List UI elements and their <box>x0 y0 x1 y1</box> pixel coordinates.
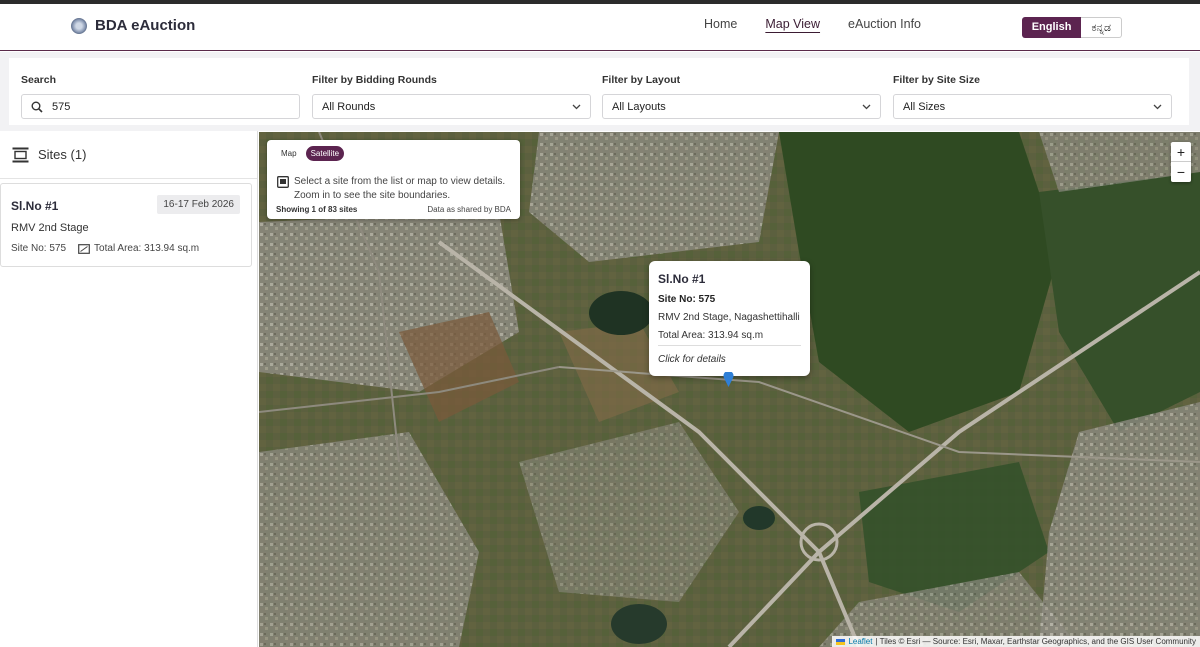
layout-label: Filter by Layout <box>602 74 681 86</box>
map-marker-icon[interactable] <box>723 372 734 388</box>
popup-address: RMV 2nd Stage, Nagashettihalli <box>658 312 800 323</box>
map-instructions: Select a site from the list or map to vi… <box>294 176 506 201</box>
lang-english-button[interactable]: English <box>1021 17 1082 38</box>
filter-bar: Search 575 Filter by Bidding Rounds All … <box>0 52 1200 131</box>
zoom-out-button[interactable]: − <box>1171 162 1191 182</box>
brand[interactable]: BDA eAuction <box>71 17 195 34</box>
data-source-note: Data as shared by BDA <box>427 205 511 214</box>
showing-count: Showing 1 of 83 sites <box>276 205 358 214</box>
map-info-panel: Map Satellite Select a site from the lis… <box>267 140 520 219</box>
popup-area: Total Area: 313.94 sq.m <box>658 330 764 341</box>
search-value: 575 <box>52 100 71 113</box>
nav-eauction-info[interactable]: eAuction Info <box>848 17 921 31</box>
chevron-down-icon <box>572 104 581 109</box>
sites-sidebar: Sites (1) Sl.No #1 16-17 Feb 2026 RMV 2n… <box>0 131 258 647</box>
main-nav: Home Map View eAuction Info <box>676 17 921 31</box>
site-card-area: Total Area: 313.94 sq.m <box>94 243 200 254</box>
popup-details-link[interactable]: Click for details <box>658 354 726 365</box>
leaflet-link[interactable]: Leaflet <box>848 637 872 646</box>
popup-divider <box>658 345 801 346</box>
size-value: All Sizes <box>903 100 946 113</box>
brand-title: BDA eAuction <box>95 17 196 34</box>
search-icon <box>31 101 43 113</box>
basemap-tabs: Map Satellite <box>276 146 345 161</box>
rounds-select[interactable]: All Rounds <box>312 94 591 119</box>
sites-title: Sites (1) <box>38 147 87 162</box>
search-input[interactable]: 575 <box>21 94 300 119</box>
map-view[interactable]: Map Satellite Select a site from the lis… <box>259 132 1200 647</box>
map-attribution: Leaflet | Tiles © Esri — Source: Esri, M… <box>832 636 1200 647</box>
size-group: Filter by Site Size All Sizes <box>893 74 1172 119</box>
list-icon <box>12 147 29 162</box>
site-card-layout: RMV 2nd Stage <box>11 222 89 234</box>
tab-satellite[interactable]: Satellite <box>305 146 345 161</box>
ukraine-flag-icon <box>836 638 846 645</box>
map-info-footer: Showing 1 of 83 sites Data as shared by … <box>276 205 511 214</box>
popup-title: Sl.No #1 <box>658 272 706 286</box>
site-popup[interactable]: Sl.No #1 Site No: 575 RMV 2nd Stage, Nag… <box>649 261 810 376</box>
search-label: Search <box>21 74 57 86</box>
sites-header: Sites (1) <box>0 131 257 179</box>
site-card-date-badge: 16-17 Feb 2026 <box>157 195 240 214</box>
site-card-area-group: Total Area: 313.94 sq.m <box>78 243 199 254</box>
rounds-group: Filter by Bidding Rounds All Rounds <box>312 74 591 119</box>
book-icon <box>277 176 289 188</box>
zoom-control: + − <box>1171 142 1191 182</box>
site-card-site-no: Site No: 575 <box>11 243 67 254</box>
language-switcher: English ಕನ್ನಡ <box>1021 17 1122 38</box>
layout-group: Filter by Layout All Layouts <box>602 74 881 119</box>
area-icon <box>78 243 90 254</box>
site-card-slno: Sl.No #1 <box>11 199 59 213</box>
size-select[interactable]: All Sizes <box>893 94 1172 119</box>
layout-select[interactable]: All Layouts <box>602 94 881 119</box>
lang-kannada-button[interactable]: ಕನ್ನಡ <box>1081 17 1122 38</box>
search-group: Search 575 <box>21 74 300 119</box>
size-label: Filter by Site Size <box>893 74 980 86</box>
attribution-text: | Tiles © Esri — Source: Esri, Maxar, Ea… <box>875 637 1196 646</box>
layout-value: All Layouts <box>612 100 666 113</box>
chevron-down-icon <box>1153 104 1162 109</box>
rounds-label: Filter by Bidding Rounds <box>312 74 437 86</box>
chevron-down-icon <box>862 104 871 109</box>
nav-map-view[interactable]: Map View <box>765 17 820 31</box>
site-card[interactable]: Sl.No #1 16-17 Feb 2026 RMV 2nd Stage Si… <box>0 183 252 267</box>
nav-home[interactable]: Home <box>704 17 737 31</box>
popup-site-no: Site No: 575 <box>658 294 716 305</box>
tab-map[interactable]: Map <box>276 146 302 161</box>
rounds-value: All Rounds <box>322 100 376 113</box>
zoom-in-button[interactable]: + <box>1171 142 1191 162</box>
bda-emblem-icon <box>71 17 87 34</box>
site-card-meta: Site No: 575 Total Area: 313.94 sq.m <box>11 243 199 254</box>
app-header: BDA eAuction Home Map View eAuction Info… <box>0 4 1200 51</box>
filter-panel: Search 575 Filter by Bidding Rounds All … <box>9 58 1189 125</box>
